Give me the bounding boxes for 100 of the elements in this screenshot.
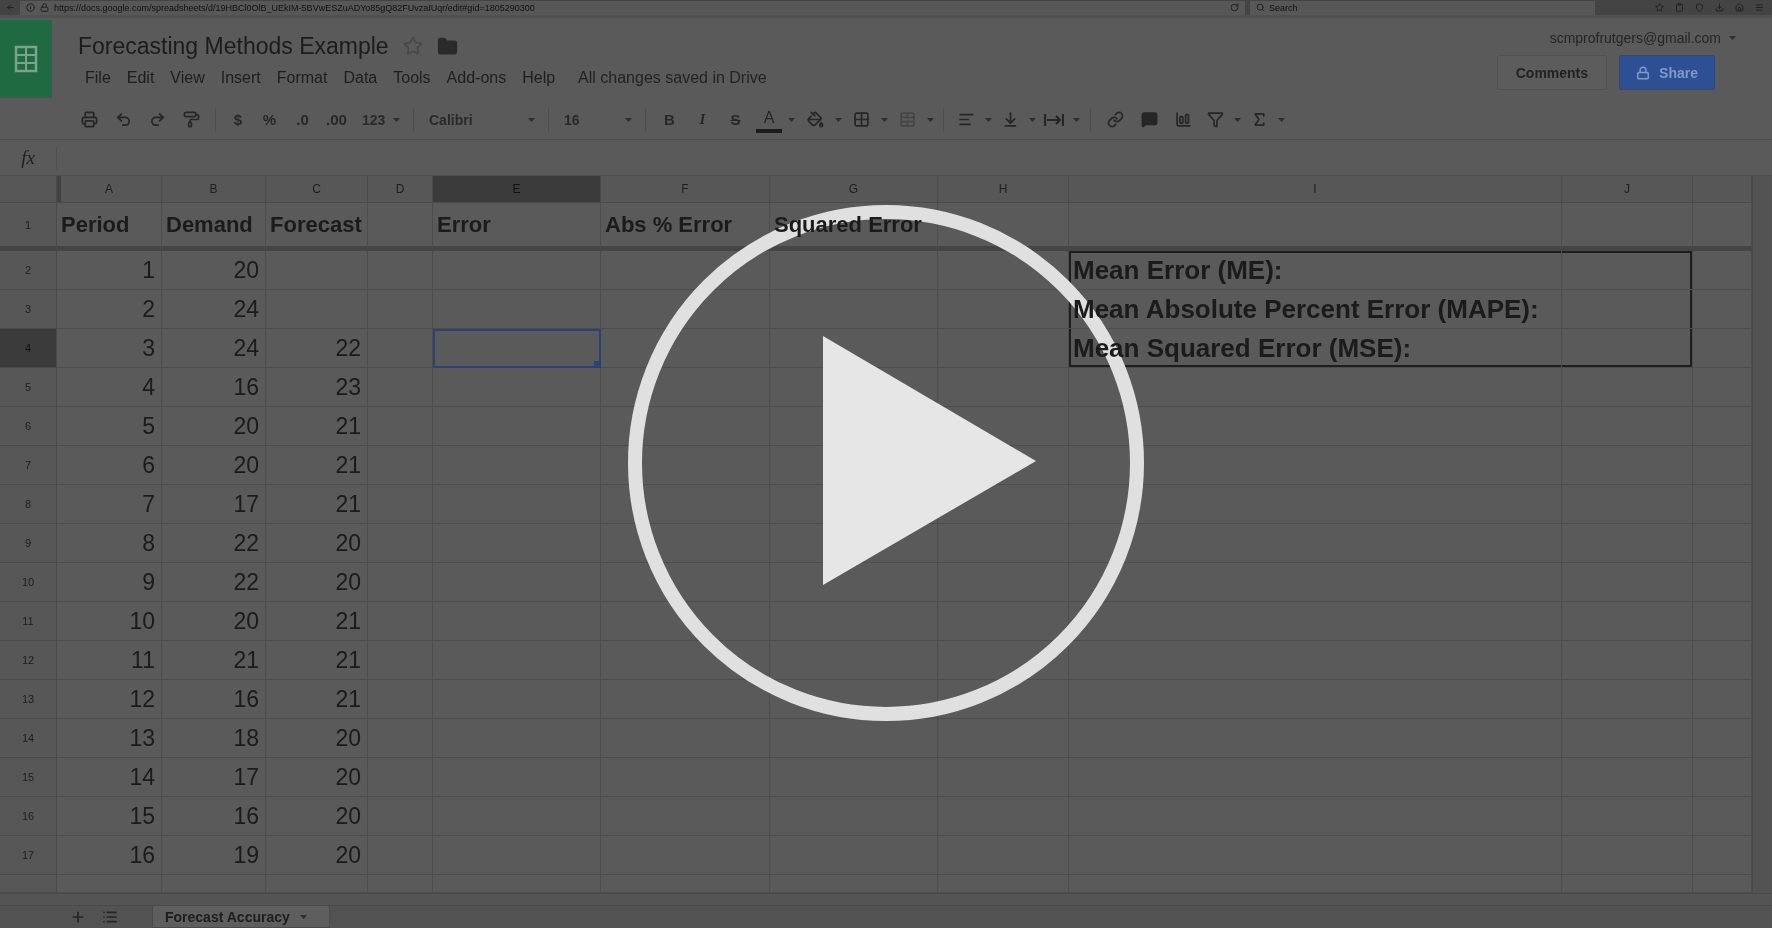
home-icon[interactable] bbox=[1735, 3, 1744, 12]
table-cell: 22 bbox=[162, 524, 266, 563]
sheet-tab[interactable]: Forecast Accuracy bbox=[152, 906, 330, 928]
row-number[interactable]: 11 bbox=[0, 602, 57, 641]
table-cell: 20 bbox=[266, 563, 368, 602]
column-header[interactable]: J bbox=[1562, 176, 1693, 203]
table-cell: 12 bbox=[57, 680, 162, 719]
text-wrap-icon[interactable] bbox=[1044, 112, 1064, 127]
back-arrow-icon[interactable] bbox=[6, 3, 15, 12]
column-header[interactable]: H bbox=[938, 176, 1069, 203]
document-title[interactable]: Forecasting Methods Example bbox=[78, 32, 389, 60]
table-cell: 20 bbox=[266, 524, 368, 563]
sheet-list-icon[interactable] bbox=[102, 909, 118, 925]
column-header[interactable]: B bbox=[162, 176, 266, 203]
caret-icon[interactable] bbox=[393, 117, 400, 122]
row-number[interactable]: 14 bbox=[0, 719, 57, 758]
menu-item[interactable]: Help bbox=[515, 67, 563, 89]
table-cell: 21 bbox=[266, 602, 368, 641]
align-left-icon[interactable] bbox=[957, 111, 975, 128]
table-cell: 24 bbox=[162, 329, 266, 368]
table-cell: 16 bbox=[162, 368, 266, 407]
menu-item[interactable]: Data bbox=[336, 67, 385, 89]
menu-item[interactable]: Insert bbox=[213, 67, 268, 89]
caret-icon[interactable] bbox=[1028, 117, 1036, 122]
lock-icon[interactable] bbox=[40, 3, 49, 12]
address-bar[interactable]: https://docs.google.com/spreadsheets/d/19HBCl0OlB_UEkIM-5BVwESZuADYo85gQ82FUvzaIUqr/edit#gid=1805290300 bbox=[20, 0, 1245, 15]
caret-icon[interactable] bbox=[1233, 117, 1241, 122]
chart-icon[interactable] bbox=[1174, 111, 1192, 128]
table-cell: 13 bbox=[57, 719, 162, 758]
table-cell: 11 bbox=[57, 641, 162, 680]
comment-icon[interactable] bbox=[1140, 111, 1158, 128]
table-cell: 20 bbox=[162, 251, 266, 290]
undo-icon[interactable] bbox=[114, 111, 132, 128]
menu-item[interactable]: View bbox=[163, 67, 212, 89]
table-cell: 21 bbox=[266, 485, 368, 524]
menu-item[interactable]: Tools bbox=[386, 67, 438, 89]
reload-icon[interactable] bbox=[1230, 3, 1239, 12]
caret-icon[interactable] bbox=[1729, 36, 1736, 40]
row-number[interactable]: 3 bbox=[0, 290, 57, 329]
table-cell: 1 bbox=[57, 251, 162, 290]
table-cell: 21 bbox=[266, 641, 368, 680]
caret-icon[interactable] bbox=[299, 914, 307, 919]
spreadsheet-icon[interactable] bbox=[0, 20, 52, 98]
column-header[interactable]: D bbox=[368, 176, 433, 203]
print-icon[interactable] bbox=[80, 111, 98, 128]
download-icon[interactable] bbox=[1715, 3, 1724, 12]
column-header[interactable]: A bbox=[57, 176, 162, 203]
fill-handle[interactable] bbox=[594, 361, 600, 367]
table-cell: 16 bbox=[162, 680, 266, 719]
search-field[interactable]: Search bbox=[1250, 0, 1595, 15]
column-header[interactable]: C bbox=[266, 176, 368, 203]
table-cell: 15 bbox=[57, 797, 162, 836]
add-sheet-icon[interactable] bbox=[70, 909, 86, 925]
shield-icon[interactable] bbox=[1695, 3, 1704, 12]
table-cell: 20 bbox=[266, 836, 368, 875]
clipboard-icon[interactable] bbox=[1675, 3, 1684, 12]
row-number[interactable]: 17 bbox=[0, 836, 57, 875]
caret-icon[interactable] bbox=[834, 117, 842, 122]
menu-item[interactable]: Format bbox=[269, 67, 335, 89]
currency-format-button[interactable]: $ bbox=[223, 105, 253, 134]
caret-icon[interactable] bbox=[926, 117, 934, 122]
caret-icon[interactable] bbox=[984, 117, 992, 122]
column-header[interactable]: G bbox=[770, 176, 938, 203]
row-number[interactable]: 7 bbox=[0, 446, 57, 485]
table-cell: 2 bbox=[57, 290, 162, 329]
table-cell: 3 bbox=[57, 329, 162, 368]
column-header[interactable]: F bbox=[601, 176, 770, 203]
caret-icon[interactable] bbox=[787, 117, 795, 122]
borders-icon[interactable] bbox=[852, 111, 870, 128]
table-cell: 20 bbox=[266, 758, 368, 797]
info-icon[interactable] bbox=[26, 3, 35, 12]
link-icon[interactable] bbox=[1106, 111, 1124, 128]
share-button[interactable]: Share bbox=[1619, 55, 1715, 90]
caret-icon[interactable] bbox=[528, 117, 535, 122]
table-cell: 20 bbox=[266, 797, 368, 836]
menu-icon[interactable] bbox=[1755, 3, 1764, 12]
caret-icon[interactable] bbox=[1072, 117, 1080, 122]
percent-format-button[interactable]: % bbox=[253, 105, 286, 134]
table-cell bbox=[368, 329, 433, 368]
table-cell: 16 bbox=[57, 836, 162, 875]
table-cell: 9 bbox=[57, 563, 162, 602]
comments-button[interactable]: Comments bbox=[1496, 55, 1608, 90]
paint-roller-icon[interactable] bbox=[182, 111, 200, 128]
row-number[interactable]: 13 bbox=[0, 680, 57, 719]
table-cell: Forecast bbox=[266, 203, 368, 251]
star-icon[interactable] bbox=[1655, 3, 1664, 12]
redo-icon[interactable] bbox=[148, 111, 166, 128]
filter-icon[interactable] bbox=[1206, 111, 1224, 128]
paint-bucket-icon[interactable] bbox=[806, 111, 824, 128]
menu-item[interactable]: Edit bbox=[119, 67, 162, 89]
select-all-corner[interactable] bbox=[0, 176, 57, 203]
table-cell: 17 bbox=[162, 758, 266, 797]
menu-item[interactable]: File bbox=[78, 67, 118, 89]
selected-cell[interactable] bbox=[433, 329, 601, 368]
caret-icon[interactable] bbox=[1277, 117, 1285, 122]
caret-icon[interactable] bbox=[625, 117, 632, 122]
menu-item[interactable]: Add-ons bbox=[439, 67, 514, 89]
caret-icon[interactable] bbox=[880, 117, 888, 122]
folder-icon[interactable] bbox=[436, 35, 458, 57]
search-icon[interactable] bbox=[1256, 3, 1265, 12]
